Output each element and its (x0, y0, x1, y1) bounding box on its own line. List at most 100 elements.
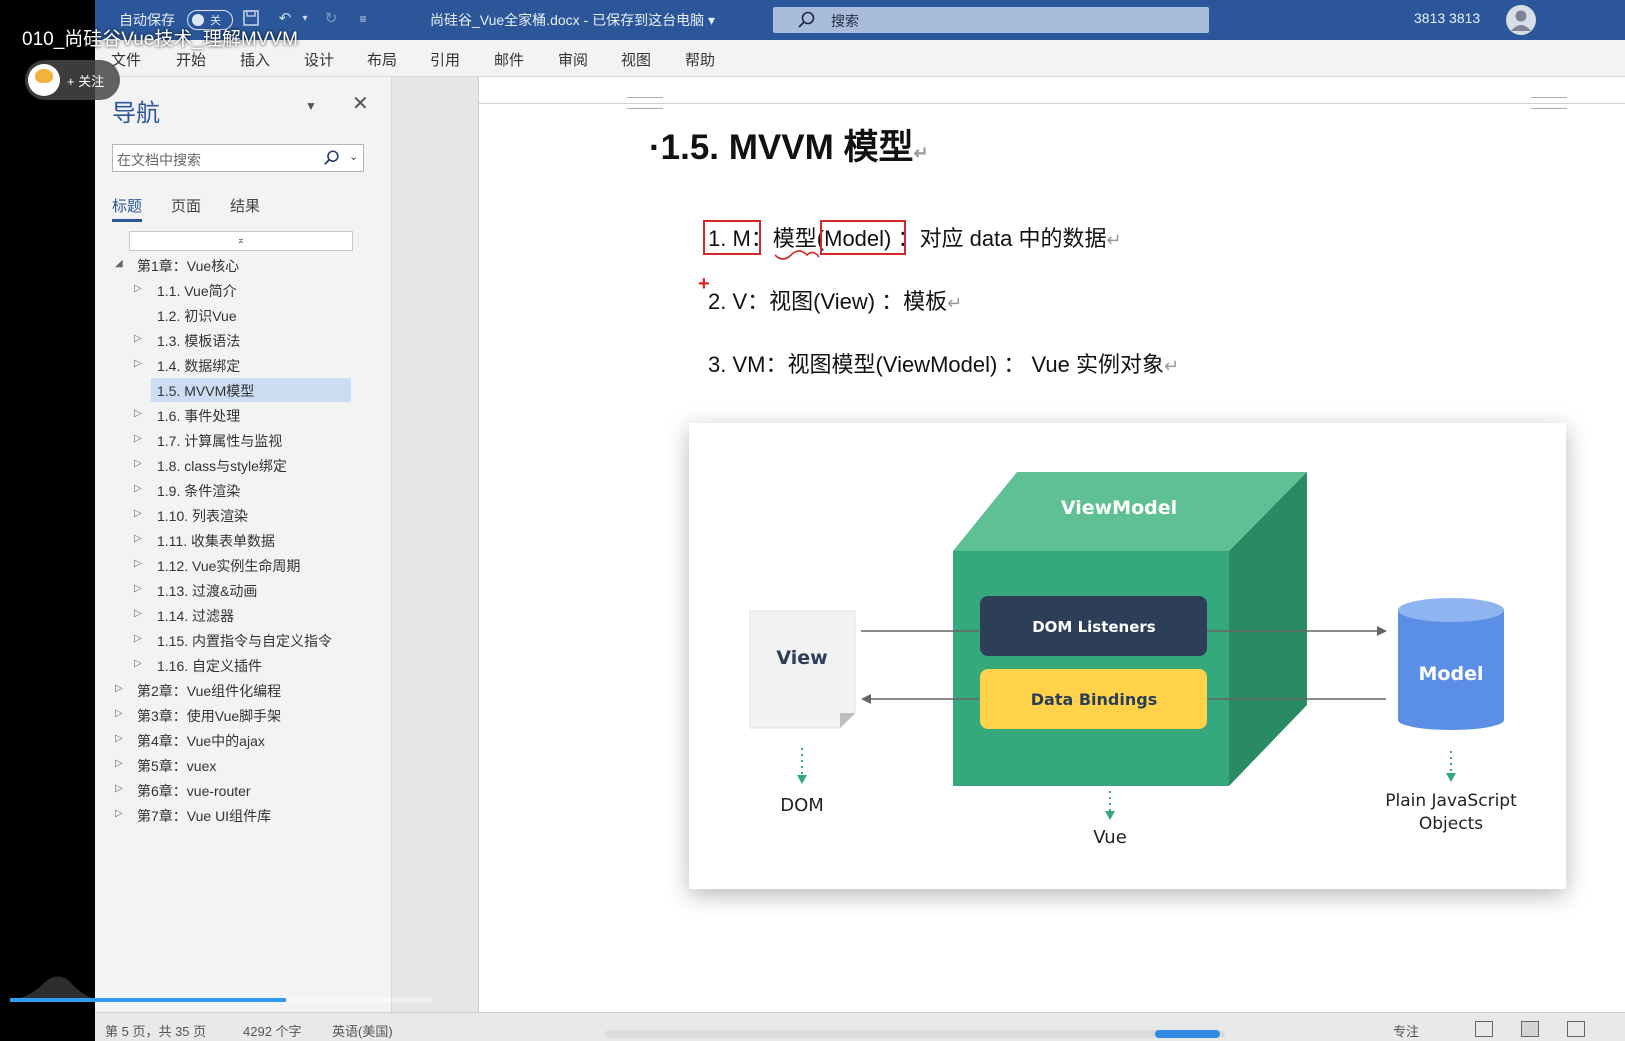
collapsed-arrow-icon[interactable]: ▷ (115, 733, 123, 744)
collapsed-arrow-icon[interactable]: ▷ (115, 758, 123, 769)
nav-search-input[interactable]: 在文档中搜索 ⌄ (112, 144, 364, 172)
nav-tree-item[interactable]: ▷ 第3章：使用Vue脚手架 (95, 703, 391, 727)
collapsed-arrow-icon[interactable]: ▷ (115, 683, 123, 694)
nav-tree-item[interactable]: ▷ 1.7. 计算属性与监视 (95, 428, 391, 452)
menu-layout[interactable]: 布局 (367, 49, 397, 70)
video-waveform-icon (10, 976, 100, 1000)
user-avatar[interactable] (1506, 5, 1536, 35)
video-left-margin (0, 0, 95, 1040)
nav-tree-item[interactable]: ▷ 1.16. 自定义插件 (95, 653, 391, 677)
collapsed-arrow-icon[interactable]: ▷ (134, 558, 142, 569)
nav-tree-item[interactable]: ▷ 1.10. 列表渲染 (95, 503, 391, 527)
nav-tree-item[interactable]: 1.2. 初识Vue (95, 303, 391, 327)
collapsed-arrow-icon[interactable]: ▷ (134, 483, 142, 494)
paragraph-mark: ↵ (1164, 356, 1180, 376)
menu-review[interactable]: 审阅 (558, 49, 588, 70)
nav-tree-label: 1.14. 过滤器 (157, 608, 235, 624)
collapsed-arrow-icon[interactable]: ▷ (115, 708, 123, 719)
navigation-pane: 导航 ▼ ✕ 在文档中搜索 ⌄ 标题 页面 结果 ⌅ ◢ 第1章：Vue核心 ▷ 1.… (95, 77, 392, 1012)
tab-pages[interactable]: 页面 (171, 195, 201, 216)
search-box[interactable]: 搜索 (773, 7, 1209, 33)
model-cylinder-top (1398, 598, 1504, 622)
nav-tree-item[interactable]: ▷ 1.1. Vue简介 (95, 278, 391, 302)
nav-tree-item[interactable]: ▷ 1.14. 过滤器 (95, 603, 391, 627)
scrollbar-thumb[interactable] (1155, 1030, 1220, 1038)
collapsed-arrow-icon[interactable]: ▷ (115, 808, 123, 819)
web-layout-icon[interactable] (1567, 1021, 1585, 1037)
list-item-text: 1. M：模型(Model) ：对应 data 中的数据 (708, 226, 1107, 251)
nav-tree-item[interactable]: ▷ 1.8. class与style绑定 (95, 453, 391, 477)
tab-results[interactable]: 结果 (230, 195, 260, 216)
collapsed-arrow-icon[interactable]: ▷ (134, 508, 142, 519)
focus-mode-button[interactable]: 专注 (1393, 1021, 1419, 1040)
menu-view[interactable]: 视图 (621, 49, 651, 70)
nav-options-icon[interactable]: ▼ (305, 99, 317, 113)
tab-headings[interactable]: 标题 (112, 195, 142, 216)
customize-toolbar-icon[interactable]: ≡ (353, 9, 373, 29)
menu-insert[interactable]: 插入 (240, 49, 270, 70)
view-document-shape (749, 610, 856, 729)
view-document-fold (840, 713, 855, 728)
nav-tree-item[interactable]: ▷ 1.15. 内置指令与自定义指令 (95, 628, 391, 652)
collapsed-arrow-icon[interactable]: ▷ (134, 458, 142, 469)
nav-tree-item[interactable]: ▷ 1.4. 数据绑定 (95, 353, 391, 377)
nav-tree-label: 1.10. 列表渲染 (157, 508, 249, 524)
close-icon[interactable]: ✕ (352, 91, 369, 116)
read-mode-icon[interactable] (1475, 1021, 1493, 1037)
list-item-model: 1. M：模型(Model) ：对应 data 中的数据↵ (708, 221, 1122, 253)
collapsed-arrow-icon[interactable]: ▷ (134, 658, 142, 669)
undo-dropdown-icon[interactable]: ▾ (295, 9, 315, 29)
collapsed-arrow-icon[interactable]: ▷ (134, 633, 142, 644)
list-item-text: 2. V：视图(View) ：模板 (708, 289, 948, 314)
document-title[interactable]: 尚硅谷_Vue全家桶.docx - 已保存到这台电脑 ▾ (430, 10, 715, 30)
menu-help[interactable]: 帮助 (685, 49, 715, 70)
nav-tree-item[interactable]: ◢ 第1章：Vue核心 (95, 253, 391, 277)
nav-tree-item[interactable]: ▷ 第6章：vue-router (95, 778, 391, 802)
active-tab-indicator (112, 219, 142, 222)
nav-tree-label: 1.8. class与style绑定 (157, 458, 287, 474)
collapsed-arrow-icon[interactable]: ▷ (134, 608, 142, 619)
print-layout-icon[interactable] (1521, 1021, 1539, 1037)
nav-tree-item[interactable]: ▷ 第2章：Vue组件化编程 (95, 678, 391, 702)
collapsed-arrow-icon[interactable]: ▷ (134, 533, 142, 544)
dotted-arrowhead-vue (1105, 811, 1115, 820)
annotation-squiggle (774, 250, 820, 260)
page-count[interactable]: 第 5 页，共 35 页 (105, 1021, 206, 1040)
nav-tree-item[interactable]: ▷ 1.13. 过渡&动画 (95, 578, 391, 602)
collapsed-arrow-icon[interactable]: ▷ (134, 433, 142, 444)
follow-button[interactable]: + 关注 (25, 60, 120, 100)
menu-mailings[interactable]: 邮件 (494, 49, 524, 70)
nav-tree-item[interactable]: ▷ 第5章：vuex (95, 753, 391, 777)
nav-tree-item[interactable]: ▷ 第7章：Vue UI组件库 (95, 803, 391, 827)
list-item-view: 2. V：视图(View) ：模板↵ (708, 284, 962, 316)
collapsed-arrow-icon[interactable]: ▷ (134, 408, 142, 419)
collapsed-arrow-icon[interactable]: ▷ (134, 283, 142, 294)
user-name[interactable]: 3813 3813 (1414, 10, 1480, 26)
nav-tree-item[interactable]: ▷ 1.9. 条件渲染 (95, 478, 391, 502)
collapsed-arrow-icon[interactable]: ▷ (134, 583, 142, 594)
menu-home[interactable]: 开始 (176, 49, 206, 70)
collapsed-arrow-icon[interactable]: ▷ (134, 358, 142, 369)
menu-references[interactable]: 引用 (430, 49, 460, 70)
nav-tree-item[interactable]: ▷ 1.3. 模板语法 (95, 328, 391, 352)
menu-design[interactable]: 设计 (304, 49, 334, 70)
collapsed-arrow-icon[interactable]: ▷ (134, 333, 142, 344)
nav-tree-item[interactable]: ▷ 第4章：Vue中的ajax (95, 728, 391, 752)
redo-icon[interactable]: ↻ (321, 9, 341, 29)
word-count[interactable]: 4292 个字 (243, 1021, 302, 1040)
expanded-arrow-icon[interactable]: ◢ (115, 258, 123, 269)
nav-tree-item[interactable]: 1.5. MVVM模型 (95, 378, 391, 402)
search-icon[interactable] (323, 149, 341, 167)
nav-tree-item[interactable]: ▷ 1.6. 事件处理 (95, 403, 391, 427)
video-progress-fill (10, 998, 286, 1002)
nav-tree-item[interactable]: ▷ 1.11. 收集表单数据 (95, 528, 391, 552)
chevron-down-icon[interactable]: ⌄ (349, 150, 358, 163)
paragraph-mark: ↵ (913, 143, 929, 163)
horizontal-scrollbar[interactable] (605, 1030, 1225, 1038)
language[interactable]: 英语(美国) (332, 1021, 393, 1040)
nav-tree-label: 1.7. 计算属性与监视 (157, 433, 283, 449)
collapsed-arrow-icon[interactable]: ▷ (115, 783, 123, 794)
annotation-box-m (703, 220, 761, 255)
collapse-all-button[interactable]: ⌅ (129, 231, 353, 251)
nav-tree-item[interactable]: ▷ 1.12. Vue实例生命周期 (95, 553, 391, 577)
